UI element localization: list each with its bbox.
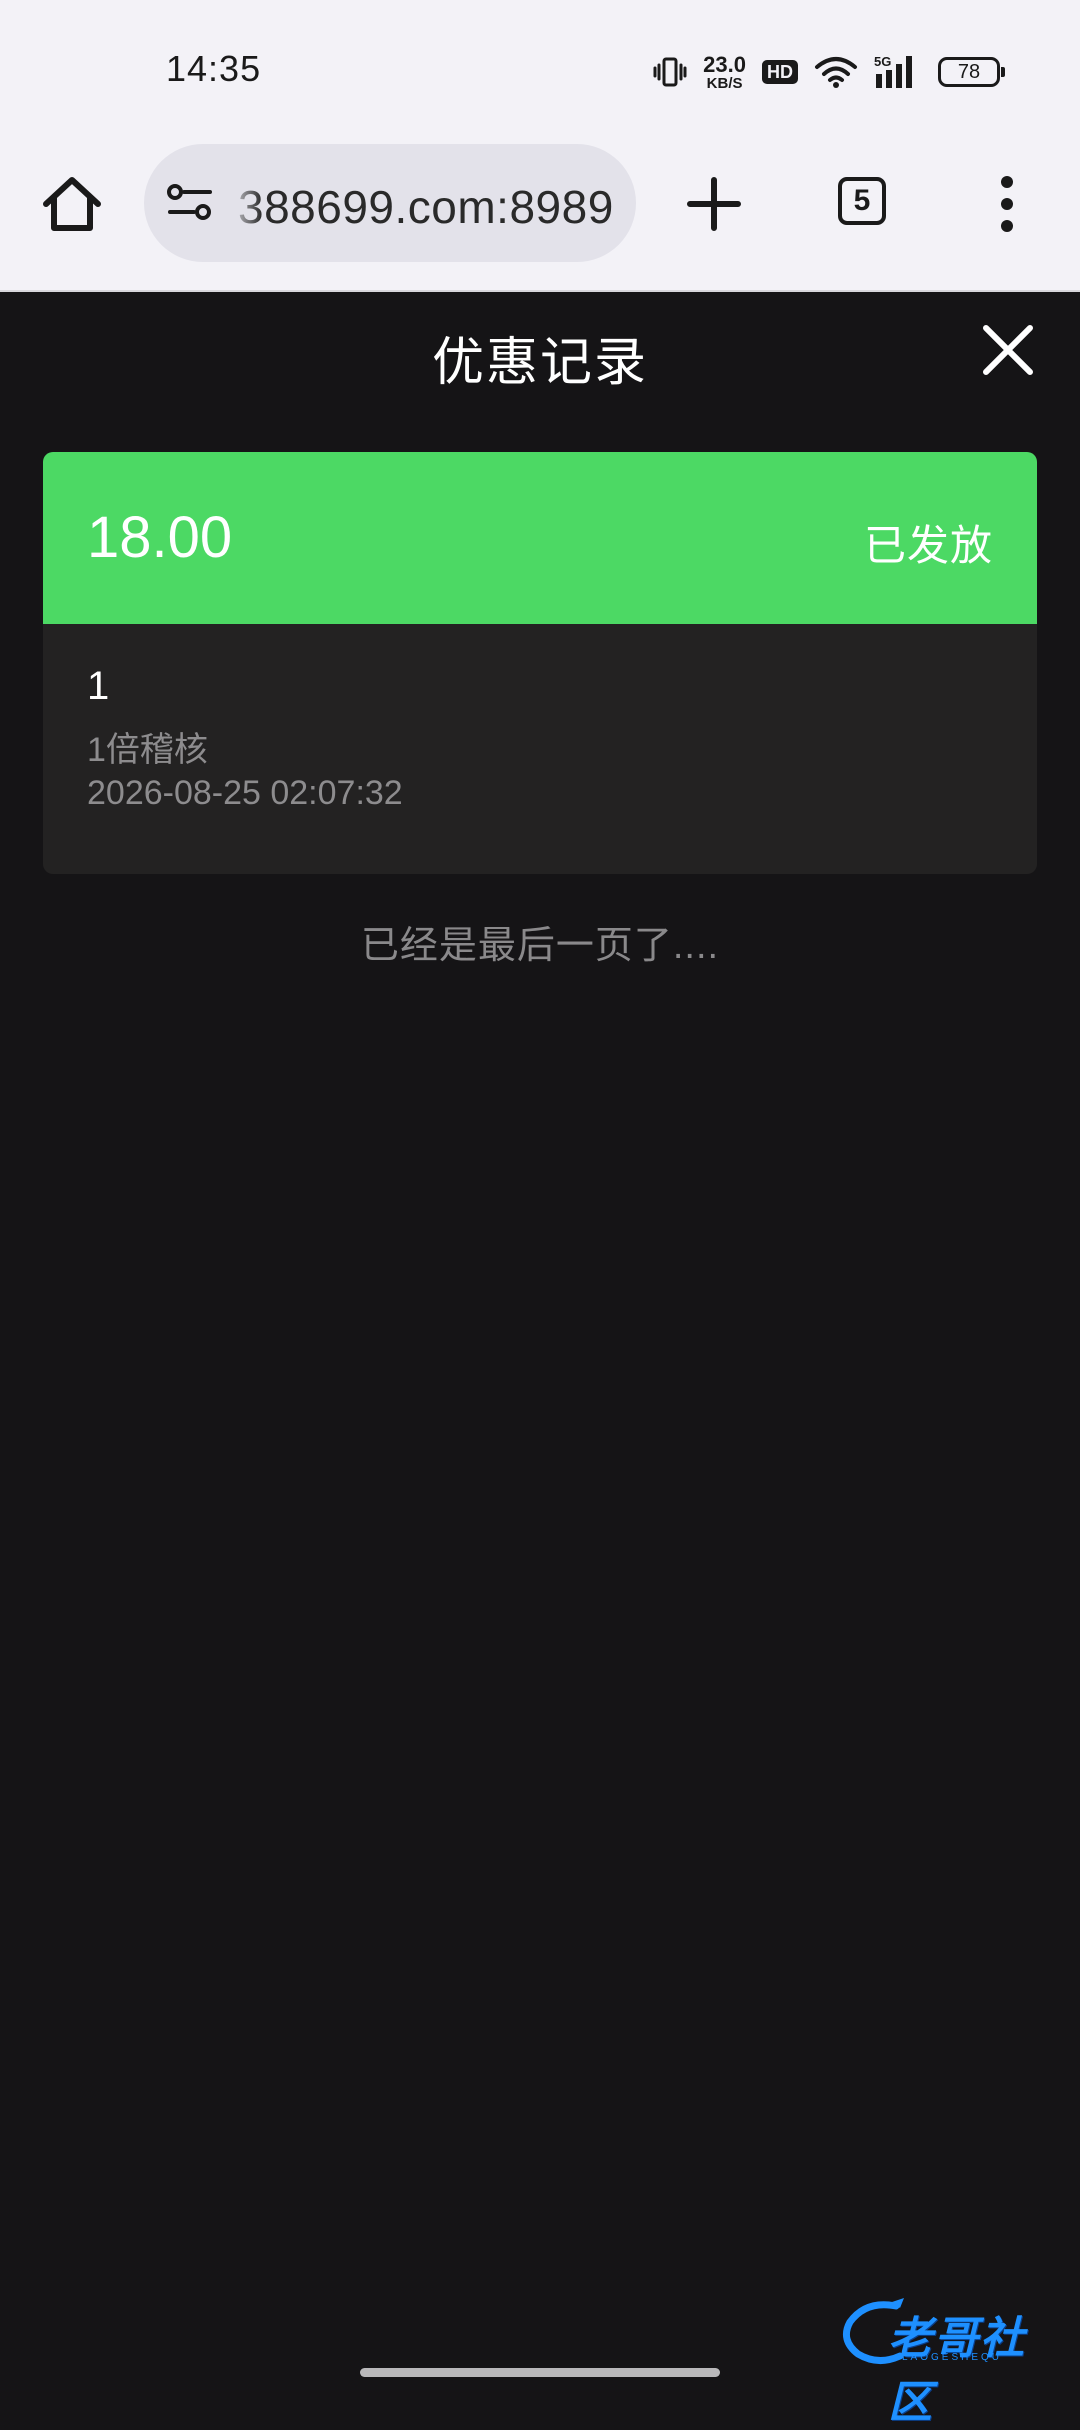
signal-label: 5G bbox=[874, 54, 891, 69]
status-time: 14:35 bbox=[166, 48, 262, 89]
wifi-icon bbox=[815, 57, 857, 88]
more-options-icon[interactable] bbox=[994, 174, 1020, 234]
url-fade bbox=[228, 164, 262, 244]
address-bar[interactable]: 388699.com:8989 bbox=[144, 144, 636, 262]
hd-badge: HD bbox=[762, 60, 798, 84]
watermark-logo: 老哥社区 LAOGESHEQU bbox=[836, 2296, 1066, 2427]
new-tab-plus-icon[interactable] bbox=[682, 172, 746, 236]
record-amount: 18.00 bbox=[87, 505, 233, 570]
battery-indicator: 78 bbox=[938, 57, 1005, 87]
page-title: 优惠记录 bbox=[431, 334, 648, 392]
cellular-signal-icon: 5G bbox=[874, 54, 912, 88]
page-header: 优惠记录 bbox=[0, 292, 1080, 412]
site-settings-icon[interactable] bbox=[166, 180, 214, 226]
record-name: 1 bbox=[87, 664, 110, 708]
tab-count: 5 bbox=[853, 184, 871, 217]
record-description: 1倍稽核 bbox=[87, 731, 208, 769]
watermark-subtext: LAOGESHEQU bbox=[902, 2352, 1003, 2363]
battery-level: 78 bbox=[957, 60, 981, 83]
network-speed-unit: KB/S bbox=[706, 74, 743, 92]
network-speed-value: 23.0 bbox=[703, 51, 746, 77]
end-of-list-text: 已经是最后一页了.... bbox=[360, 925, 720, 967]
record-status: 已发放 bbox=[863, 522, 993, 569]
network-speed: 23.0 KB/S bbox=[703, 51, 746, 92]
watermark-text: 老哥社区 bbox=[888, 2314, 1026, 2427]
browser-toolbar: 388699.com:8989 5 bbox=[0, 140, 1080, 292]
close-icon[interactable] bbox=[980, 322, 1036, 378]
home-icon[interactable] bbox=[38, 170, 106, 238]
vibrate-icon bbox=[653, 57, 687, 87]
gesture-navigation-bar[interactable] bbox=[360, 2368, 720, 2377]
status-bar: 14:35 23.0 KB/S HD 5G 78 bbox=[0, 0, 1080, 140]
record-card[interactable]: 18.00 已发放 1 1倍稽核 2026-08-25 02:07:32 bbox=[43, 452, 1037, 874]
record-time: 2026-08-25 02:07:32 bbox=[87, 774, 403, 812]
status-icons: 23.0 KB/S HD 5G 78 bbox=[653, 50, 1005, 94]
url-text: 388699.com:8989 bbox=[238, 181, 614, 233]
record-card-header: 18.00 已发放 bbox=[43, 452, 1037, 624]
tab-switcher-button[interactable]: 5 bbox=[838, 177, 886, 225]
